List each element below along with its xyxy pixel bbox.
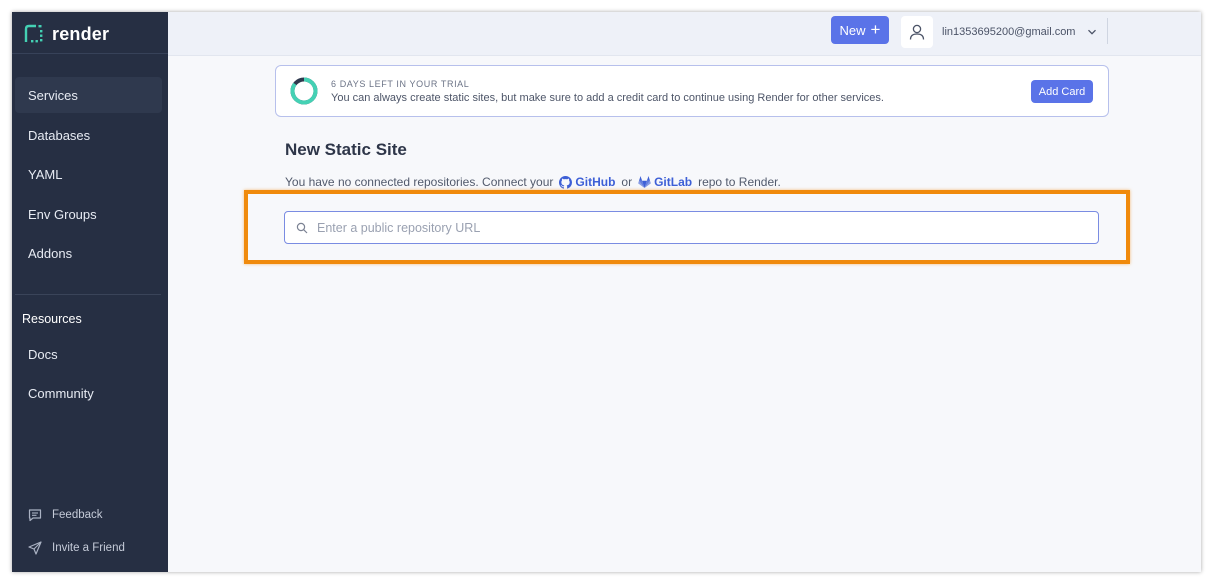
- feedback-icon: [28, 509, 42, 522]
- invite-label: Invite a Friend: [52, 542, 125, 554]
- send-icon: [28, 541, 42, 555]
- connect-suffix: repo to Render.: [698, 175, 781, 189]
- github-icon: [559, 175, 573, 189]
- sidebar-divider: [12, 53, 168, 54]
- trial-progress-ring: [290, 77, 318, 105]
- page-title: New Static Site: [285, 140, 407, 159]
- resources-heading: Resources: [22, 312, 82, 326]
- repository-url-input[interactable]: [317, 220, 1077, 235]
- gitlab-label: GitLab: [654, 175, 693, 189]
- sidebar: render Services Databases YAML Env Group…: [12, 12, 168, 572]
- search-icon: [296, 222, 308, 233]
- account-email: lin1353695200@gmail.com: [942, 26, 1076, 38]
- new-button[interactable]: New +: [831, 16, 889, 44]
- connect-repos-text: You have no connected repositories. Conn…: [285, 175, 781, 189]
- user-icon: [909, 24, 925, 40]
- sidebar-item-env-groups[interactable]: Env Groups: [15, 196, 162, 232]
- gitlab-icon: [638, 175, 651, 188]
- avatar: [901, 16, 933, 48]
- invite-friend-link[interactable]: Invite a Friend: [27, 538, 125, 558]
- trial-description: You can always create static sites, but …: [331, 92, 884, 104]
- connect-or: or: [621, 175, 633, 189]
- sidebar-item-yaml[interactable]: YAML: [15, 156, 162, 192]
- render-logo-icon: [24, 24, 43, 43]
- repository-url-field[interactable]: [284, 211, 1099, 244]
- plus-icon: +: [870, 20, 881, 39]
- sidebar-item-services[interactable]: Services: [15, 77, 162, 113]
- app-window: render Services Databases YAML Env Group…: [12, 12, 1201, 572]
- feedback-link[interactable]: Feedback: [27, 505, 103, 525]
- github-link[interactable]: GitHub: [559, 175, 615, 189]
- sidebar-item-docs[interactable]: Docs: [15, 336, 162, 372]
- chevron-down-icon: [1088, 29, 1097, 35]
- feedback-label: Feedback: [52, 509, 103, 521]
- render-logo[interactable]: render: [24, 22, 109, 46]
- top-header: New + lin1353695200@gmail.com: [168, 12, 1201, 56]
- gitlab-link[interactable]: GitLab: [638, 175, 692, 189]
- new-button-label: New: [839, 22, 866, 38]
- header-divider: [1107, 18, 1108, 44]
- sidebar-divider: [15, 294, 161, 295]
- trial-banner: 6 DAYS LEFT IN YOUR TRIAL You can always…: [275, 65, 1109, 117]
- account-menu[interactable]: lin1353695200@gmail.com: [901, 14, 1097, 50]
- brand-name: render: [52, 23, 110, 44]
- add-card-button[interactable]: Add Card: [1031, 80, 1093, 103]
- sidebar-item-community[interactable]: Community: [15, 375, 162, 411]
- sidebar-item-databases[interactable]: Databases: [15, 117, 162, 153]
- connect-prefix: You have no connected repositories. Conn…: [285, 175, 554, 189]
- github-label: GitHub: [575, 175, 616, 189]
- sidebar-item-addons[interactable]: Addons: [15, 235, 162, 271]
- trial-title: 6 DAYS LEFT IN YOUR TRIAL: [331, 79, 470, 89]
